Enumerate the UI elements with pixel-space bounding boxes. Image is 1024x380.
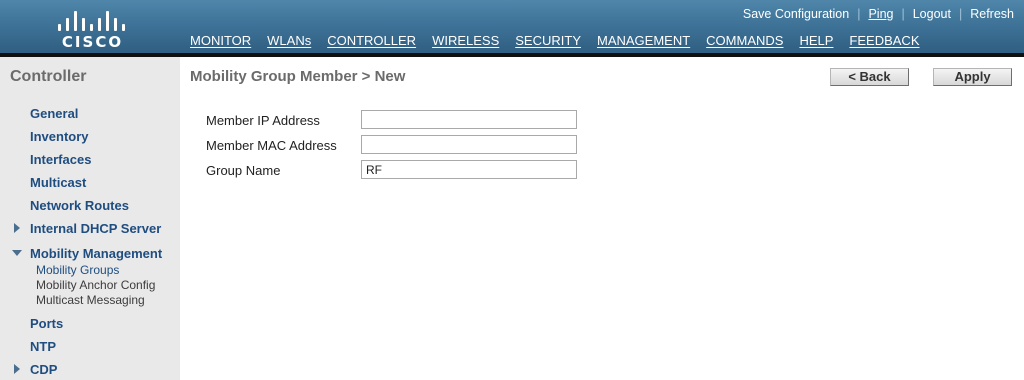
sidebar-item-internal-dhcp-server[interactable]: Internal DHCP Server (30, 221, 161, 236)
member-ip-address-input[interactable] (361, 110, 577, 129)
member-mac-address-label: Member MAC Address (206, 138, 337, 153)
nav-security[interactable]: SECURITY (507, 28, 589, 53)
group-name-label: Group Name (206, 163, 281, 178)
sidebar-item-interfaces[interactable]: Interfaces (30, 152, 91, 167)
nav-wlans[interactable]: WLANs (259, 28, 319, 53)
refresh-link[interactable]: Refresh (970, 7, 1014, 21)
sidebar-subitem-mobility-groups[interactable]: Mobility Groups (36, 263, 119, 277)
nav-wireless[interactable]: WIRELESS (424, 28, 507, 53)
sidebar-title: Controller (10, 68, 87, 85)
sidebar-item-cdp[interactable]: CDP (30, 362, 57, 377)
sidebar-subitem-multicast-messaging[interactable]: Multicast Messaging (36, 293, 145, 307)
ping-link[interactable]: Ping (868, 7, 893, 21)
nav-management[interactable]: MANAGEMENT (589, 28, 698, 53)
cisco-logo: CISCO (55, 6, 130, 51)
sidebar-item-mobility-management[interactable]: Mobility Management (30, 246, 162, 261)
sidebar-item-ports[interactable]: Ports (30, 316, 63, 331)
sidebar-subitem-mobility-anchor-config[interactable]: Mobility Anchor Config (36, 278, 155, 292)
nav-help[interactable]: HELP (791, 28, 841, 53)
cisco-bars-icon (58, 9, 126, 31)
nav-feedback[interactable]: FEEDBACK (841, 28, 927, 53)
expand-triangle-right-icon[interactable] (14, 364, 20, 374)
nav-monitor[interactable]: MONITOR (182, 28, 259, 53)
sidebar-item-general[interactable]: General (30, 106, 78, 121)
sidebar-item-ntp[interactable]: NTP (30, 339, 56, 354)
member-ip-address-label: Member IP Address (206, 113, 320, 128)
expand-triangle-right-icon[interactable] (14, 223, 20, 233)
nav-commands[interactable]: COMMANDS (698, 28, 791, 53)
apply-button[interactable]: Apply (933, 68, 1012, 86)
member-mac-address-input[interactable] (361, 135, 577, 154)
sidebar-item-inventory[interactable]: Inventory (30, 129, 89, 144)
separator: | (857, 7, 861, 21)
back-button[interactable]: < Back (830, 68, 909, 86)
nav-controller[interactable]: CONTROLLER (319, 28, 424, 57)
sidebar-item-network-routes[interactable]: Network Routes (30, 198, 129, 213)
top-header: CISCO Save Configuration | Ping | Logout… (0, 0, 1024, 57)
logout-link[interactable]: Logout (913, 7, 951, 21)
page-title: Mobility Group Member > New (190, 68, 406, 85)
separator: | (958, 7, 963, 21)
sidebar: Controller General Inventory Interfaces … (0, 57, 180, 380)
sidebar-item-multicast[interactable]: Multicast (30, 175, 86, 190)
save-configuration-link[interactable]: Save Configuration (743, 7, 849, 21)
group-name-input[interactable] (361, 160, 577, 179)
separator: | (901, 7, 905, 21)
collapse-triangle-down-icon[interactable] (12, 250, 22, 256)
top-links: Save Configuration | Ping | Logout | Ref… (743, 6, 1014, 22)
cisco-logo-text: CISCO (61, 33, 124, 51)
